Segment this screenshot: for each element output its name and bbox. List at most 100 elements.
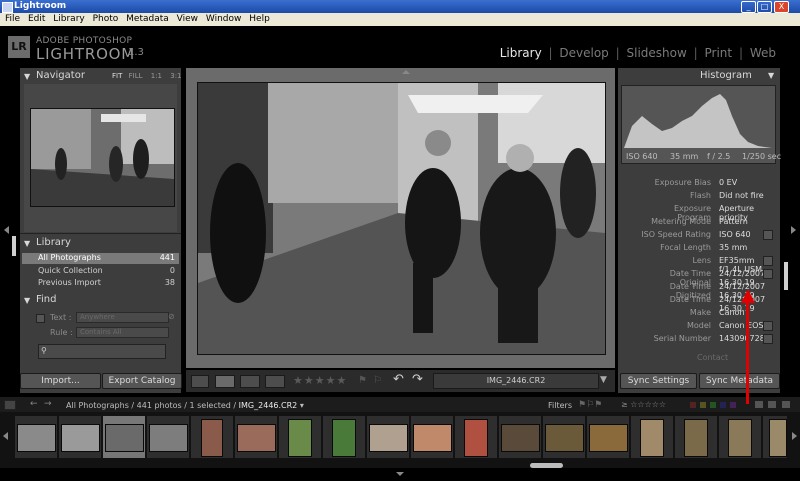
color-filter-purple[interactable] [730,402,736,408]
filmstrip-thumb[interactable] [499,416,541,458]
right-panel-toggle-icon[interactable] [791,226,796,234]
filter-extra-icon[interactable] [755,401,763,408]
library-item-all-photographs[interactable]: All Photographs 441 [22,253,179,264]
right-panel-scroll-handle[interactable] [784,262,788,290]
find-search-input[interactable]: ⚲ [38,344,166,359]
sync-metadata-button[interactable]: Sync Metadata [699,373,780,389]
filter-toggle-icon[interactable] [782,401,790,408]
filmstrip-thumb-selected[interactable] [103,416,145,458]
menu-window[interactable]: Window [206,14,242,24]
compare-view-icon[interactable] [240,375,260,388]
module-web[interactable]: Web [750,46,776,60]
reject-flag-icon[interactable]: ⚐ [373,375,382,386]
menu-view[interactable]: View [177,14,198,24]
meta-action-icon[interactable] [763,321,773,331]
filter-extra-icon[interactable] [768,401,776,408]
flag-icon[interactable]: ⚑ [358,375,367,386]
filmstrip-left-arrow-icon[interactable] [3,432,8,440]
zoom-3-1[interactable]: 3:1 [170,72,181,80]
filmstrip-thumb[interactable] [587,416,629,458]
filmstrip-thumb[interactable] [235,416,277,458]
rating-filter[interactable]: ≥ ☆☆☆☆☆ [621,400,666,409]
meta-action-icon[interactable] [763,269,773,279]
meta-label: Serial Number [653,334,711,343]
main-photo[interactable] [197,82,606,355]
find-toggle-icon[interactable]: ⊘ [168,312,175,321]
filmstrip-thumb[interactable] [323,416,365,458]
top-panel-toggle-icon[interactable] [402,70,410,74]
zoom-fit[interactable]: FIT [112,72,122,80]
menu-help[interactable]: Help [249,14,270,24]
find-header[interactable]: ▼ Find [20,293,181,307]
filmstrip-selected-file[interactable]: IMG_2446.CR2 [239,401,298,410]
color-filter-red[interactable] [690,402,696,408]
filmstrip-thumb[interactable] [675,416,717,458]
menu-metadata[interactable]: Metadata [126,14,169,24]
minimize-button[interactable]: _ [741,1,756,13]
sync-settings-button[interactable]: Sync Settings [620,373,697,389]
survey-view-icon[interactable] [265,375,285,388]
library-item-quick-collection[interactable]: Quick Collection 0 [22,266,179,277]
histogram-iso: ISO 640 [626,152,658,161]
navigator-preview[interactable] [30,108,175,207]
meta-label: Metering Mode [651,217,711,226]
filmstrip-thumb[interactable] [455,416,497,458]
rotate-right-icon[interactable]: ↷ [412,372,423,387]
loupe-view-icon[interactable] [215,375,235,388]
navigator-zoom-options: FIT FILL 1:1 3:1 [112,72,182,80]
histogram-title[interactable]: Histogram [700,70,752,81]
filmstrip-thumb[interactable] [763,416,787,458]
bottom-panel-toggle-icon[interactable] [396,472,404,476]
menu-edit[interactable]: Edit [28,14,45,24]
maximize-button[interactable]: □ [757,1,772,13]
menu-file[interactable]: File [5,14,20,24]
back-arrow-icon[interactable]: ← [30,399,38,409]
filmstrip-thumb[interactable] [411,416,453,458]
rating-stars[interactable]: ★★★★★ [293,374,347,387]
meta-action-icon[interactable] [763,230,773,240]
filmstrip-right-arrow-icon[interactable] [792,432,797,440]
library-header[interactable]: ▼ Library [20,236,181,250]
import-button[interactable]: Import... [20,373,101,389]
library-item-previous-import[interactable]: Previous Import 38 [22,278,179,289]
export-catalog-button[interactable]: Export Catalog [102,373,182,389]
filmstrip-thumb[interactable] [279,416,321,458]
filter-flags-icon[interactable]: ⚑⚐⚑ [578,400,602,410]
grid-view-icon[interactable] [191,375,209,388]
rotate-left-icon[interactable]: ↶ [393,372,404,387]
filename-field[interactable]: IMG_2446.CR2 [433,373,599,389]
filmstrip-thumb[interactable] [59,416,101,458]
module-library[interactable]: Library [500,46,542,60]
module-print[interactable]: Print [705,46,733,60]
find-rule-select[interactable]: Contains All [76,327,169,338]
meta-action-icon[interactable] [763,334,773,344]
color-filter-blue[interactable] [720,402,726,408]
find-text-checkbox[interactable] [36,314,45,323]
close-button[interactable]: X [774,1,789,13]
filmstrip-thumb[interactable] [147,416,189,458]
find-text-select[interactable]: Anywhere [76,312,169,323]
filmstrip-thumb[interactable] [719,416,761,458]
filmstrip-thumb[interactable] [15,416,57,458]
module-slideshow[interactable]: Slideshow [627,46,687,60]
filmstrip-thumb[interactable] [367,416,409,458]
zoom-fill[interactable]: FILL [129,72,143,80]
filmstrip-thumb[interactable] [631,416,673,458]
filmstrip-thumb[interactable] [543,416,585,458]
chevron-down-icon[interactable]: ▾ [300,401,304,410]
color-filter-yellow[interactable] [700,402,706,408]
menu-library[interactable]: Library [53,14,84,24]
filmstrip-thumb[interactable] [191,416,233,458]
zoom-1-1[interactable]: 1:1 [151,72,162,80]
forward-arrow-icon[interactable]: → [44,399,52,409]
menu-photo[interactable]: Photo [93,14,119,24]
module-develop[interactable]: Develop [559,46,608,60]
color-filter-green[interactable] [710,402,716,408]
left-panel-toggle-icon[interactable] [4,226,9,234]
contact-section-label[interactable]: Contact [697,353,728,362]
collapse-triangle-icon[interactable]: ▼ [768,71,774,80]
meta-action-icon[interactable] [763,256,773,266]
toolbar-dropdown-icon[interactable]: ▼ [600,375,607,385]
left-panel-scroll-handle[interactable] [12,236,16,256]
secondary-window-icon[interactable] [4,400,16,410]
